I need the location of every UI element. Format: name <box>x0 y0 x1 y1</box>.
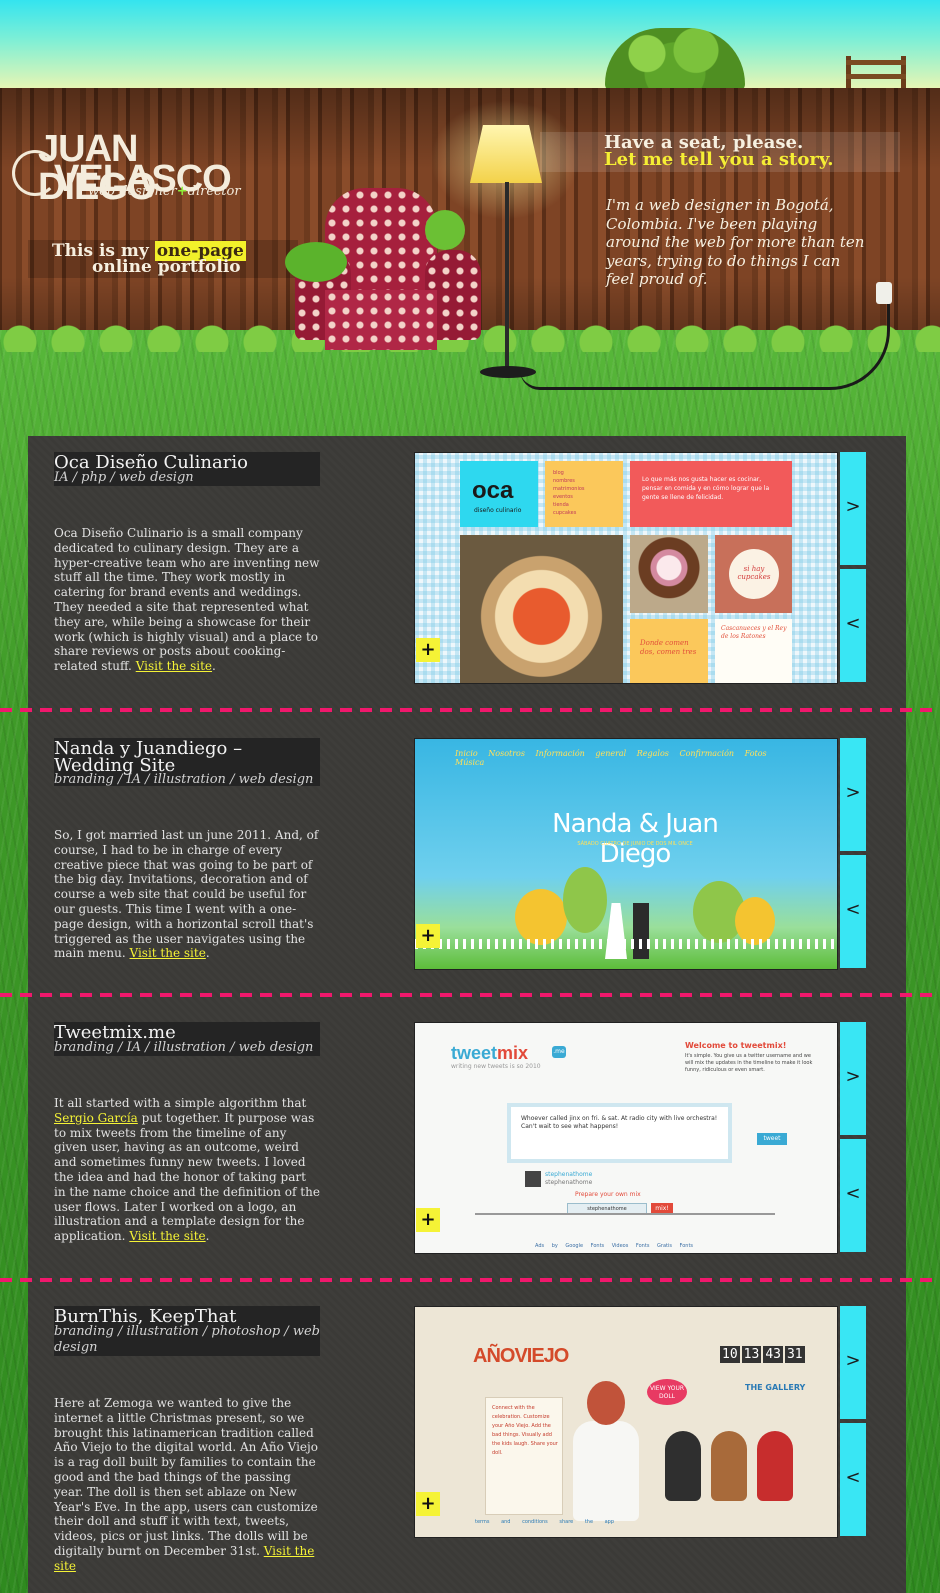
section-divider <box>0 993 940 997</box>
bio-text: I'm a web designer in Bogotá, Colombia. … <box>606 196 865 288</box>
next-button[interactable]: > <box>840 1022 866 1135</box>
prev-button[interactable]: < <box>840 855 866 968</box>
project-description: So, I got married last un june 2011. And… <box>54 828 319 961</box>
cupcake-photo <box>630 535 708 613</box>
project-screenshot[interactable]: AÑOVIEJO Connect with the celebration. C… <box>414 1306 838 1538</box>
project-description: Oca Diseño Culinario is a small company … <box>54 526 320 674</box>
expand-plus-button[interactable]: + <box>416 1492 440 1516</box>
project-title: Oca Diseño Culinario <box>54 452 248 473</box>
portfolio-panel: Oca Diseño Culinario IA / php / web desi… <box>0 436 940 1593</box>
prev-button[interactable]: < <box>840 1423 866 1536</box>
project-tags: branding / illustration / photoshop / we… <box>54 1324 320 1355</box>
project-description: It all started with a simple algorithm t… <box>54 1096 320 1244</box>
outlet-icon <box>876 282 892 304</box>
next-button[interactable]: > <box>840 1306 866 1419</box>
project-title: BurnThis, KeepThat <box>54 1306 237 1327</box>
ladder-illustration <box>846 56 906 90</box>
visit-site-link[interactable]: Visit the site <box>129 1229 205 1243</box>
lamp-cable <box>520 300 890 390</box>
expand-plus-button[interactable]: + <box>416 638 440 662</box>
doll-illustration <box>573 1381 639 1521</box>
food-photo <box>460 535 623 683</box>
section-divider <box>0 708 940 712</box>
armchair-illustration <box>285 180 485 360</box>
next-button[interactable]: > <box>840 738 866 851</box>
expand-plus-button[interactable]: + <box>416 1208 440 1232</box>
project-screenshot[interactable]: oca diseño culinario blog nombres matrim… <box>414 452 838 684</box>
intro-line-2: online portfolio <box>92 257 241 277</box>
project-screenshot[interactable]: tweetmix .me writing new tweets is so 20… <box>414 1022 838 1254</box>
prev-button[interactable]: < <box>840 1139 866 1252</box>
project-tags: branding / IA / illustration / web desig… <box>54 772 314 787</box>
expand-plus-button[interactable]: + <box>416 924 440 948</box>
next-button[interactable]: > <box>840 452 866 565</box>
visit-site-link[interactable]: Visit the site <box>136 659 212 673</box>
prev-button[interactable]: < <box>840 569 866 682</box>
countdown: 10 13 43 31 <box>720 1346 805 1363</box>
project-tags: branding / IA / illustration / web desig… <box>54 1040 314 1055</box>
author-link[interactable]: Sergio García <box>54 1111 138 1125</box>
project-title: Tweetmix.me <box>54 1022 176 1043</box>
visit-site-link[interactable]: Visit the site <box>130 946 206 960</box>
site-logo[interactable]: JUAN DIEGO VELASCO web designer+director <box>10 130 250 206</box>
lamp-pole <box>505 182 509 370</box>
logo-tagline: web designer+director <box>88 184 241 199</box>
project-tags: IA / php / web design <box>54 470 194 485</box>
seat-subheading: Let me tell you a story. <box>604 149 834 170</box>
section-divider <box>0 1278 940 1282</box>
project-title: Nanda y Juandiego – Wedding Site <box>54 738 243 776</box>
project-screenshot[interactable]: Inicio Nosotros Información general Rega… <box>414 738 838 970</box>
sky-background <box>0 0 940 88</box>
project-description: Here at Zemoga we wanted to give the int… <box>54 1396 318 1573</box>
